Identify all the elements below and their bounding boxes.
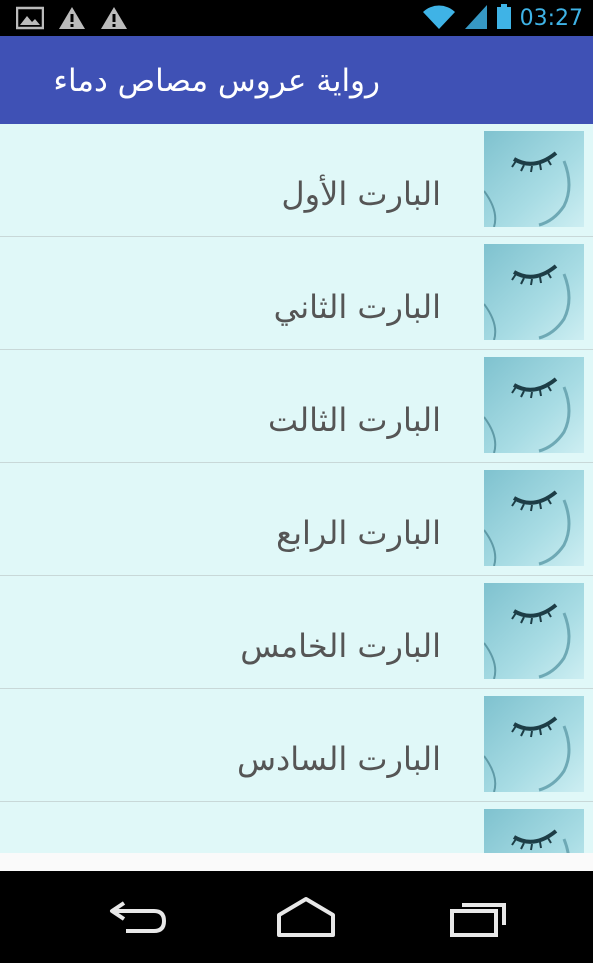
list-item-label: البارت الثالت [267, 401, 441, 439]
warning-icon [58, 6, 86, 34]
face-thumbnail [484, 583, 584, 679]
face-thumbnail [484, 470, 584, 566]
list-item-label: البارت الرابع [276, 514, 441, 552]
status-bar: 03:27 [0, 0, 593, 36]
list-item-label: البارت الثاني [273, 288, 441, 326]
recent-apps-button[interactable] [438, 889, 518, 945]
app-title: رواية عروس مصاص دماء [53, 63, 380, 99]
list-item[interactable] [0, 802, 593, 853]
wifi-icon [422, 4, 456, 34]
back-button[interactable] [98, 889, 178, 945]
chapter-list: البارت الأول البارت الثاني البارت الثالت [0, 124, 593, 853]
status-time: 03:27 [519, 6, 583, 31]
face-thumbnail [484, 244, 584, 340]
list-item[interactable]: البارت الأول [0, 124, 593, 237]
battery-icon [496, 4, 512, 34]
back-icon [110, 901, 167, 933]
home-button[interactable] [266, 889, 346, 945]
face-thumbnail [484, 131, 584, 227]
image-notification-icon [15, 6, 45, 34]
signal-icon [464, 4, 488, 34]
list-bottom-padding [0, 853, 593, 871]
warning-icon [100, 6, 128, 34]
action-bar: رواية عروس مصاص دماء [0, 36, 593, 124]
list-item-label: البارت السادس [236, 740, 441, 778]
list-item[interactable]: البارت السادس [0, 689, 593, 802]
list-item[interactable]: البارت الثالت [0, 350, 593, 463]
list-item-label: البارت الأول [281, 175, 441, 213]
recent-apps-icon [450, 903, 506, 937]
home-icon [277, 897, 335, 937]
list-item[interactable]: البارت الرابع [0, 463, 593, 576]
navigation-bar [0, 871, 593, 963]
face-thumbnail [484, 357, 584, 453]
face-thumbnail [484, 809, 584, 853]
list-item[interactable]: البارت الثاني [0, 237, 593, 350]
list-item[interactable]: البارت الخامس [0, 576, 593, 689]
list-item-label: البارت الخامس [240, 627, 441, 665]
face-thumbnail [484, 696, 584, 792]
